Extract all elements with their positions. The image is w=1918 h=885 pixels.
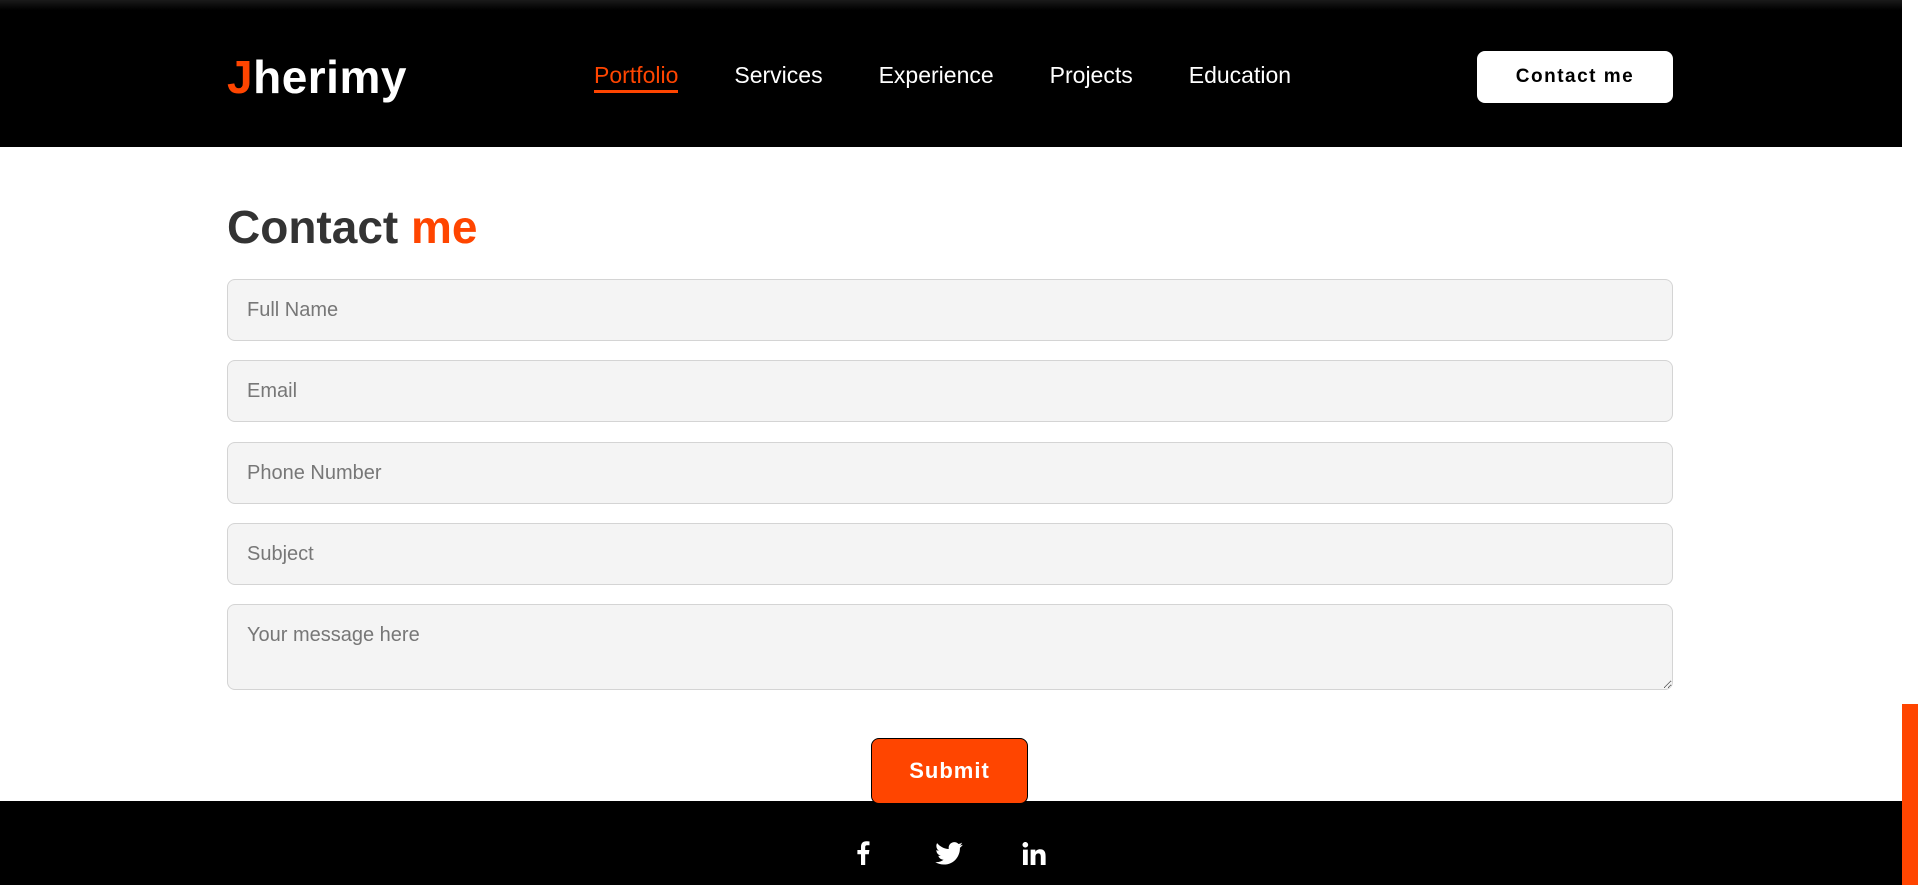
nav-item-services[interactable]: Services xyxy=(734,62,822,93)
contact-title-main: Contact xyxy=(227,201,399,253)
logo-initial: J xyxy=(227,51,254,103)
contact-section-title: Contact me xyxy=(227,200,478,254)
nav-item-projects[interactable]: Projects xyxy=(1050,62,1133,93)
submit-button[interactable]: Submit xyxy=(871,738,1028,804)
nav-item-education[interactable]: Education xyxy=(1189,62,1291,93)
scrollbar-thumb[interactable] xyxy=(1902,704,1918,885)
header-top-shadow xyxy=(0,0,1902,10)
linkedin-icon[interactable] xyxy=(1021,839,1047,867)
site-header: Jherimy Portfolio Services Experience Pr… xyxy=(0,0,1902,147)
contact-me-button[interactable]: Contact me xyxy=(1477,51,1673,103)
email-input[interactable] xyxy=(227,360,1673,422)
full-name-input[interactable] xyxy=(227,279,1673,341)
subject-input[interactable] xyxy=(227,523,1673,585)
main-nav: Portfolio Services Experience Projects E… xyxy=(594,62,1347,93)
logo[interactable]: Jherimy xyxy=(227,50,407,104)
contact-title-accent: me xyxy=(411,201,478,253)
nav-item-experience[interactable]: Experience xyxy=(879,62,994,93)
message-textarea[interactable] xyxy=(227,604,1673,690)
facebook-icon[interactable] xyxy=(853,839,873,867)
twitter-icon[interactable] xyxy=(935,839,963,867)
nav-item-portfolio[interactable]: Portfolio xyxy=(594,62,679,93)
phone-number-input[interactable] xyxy=(227,442,1673,504)
logo-text: herimy xyxy=(253,51,407,103)
